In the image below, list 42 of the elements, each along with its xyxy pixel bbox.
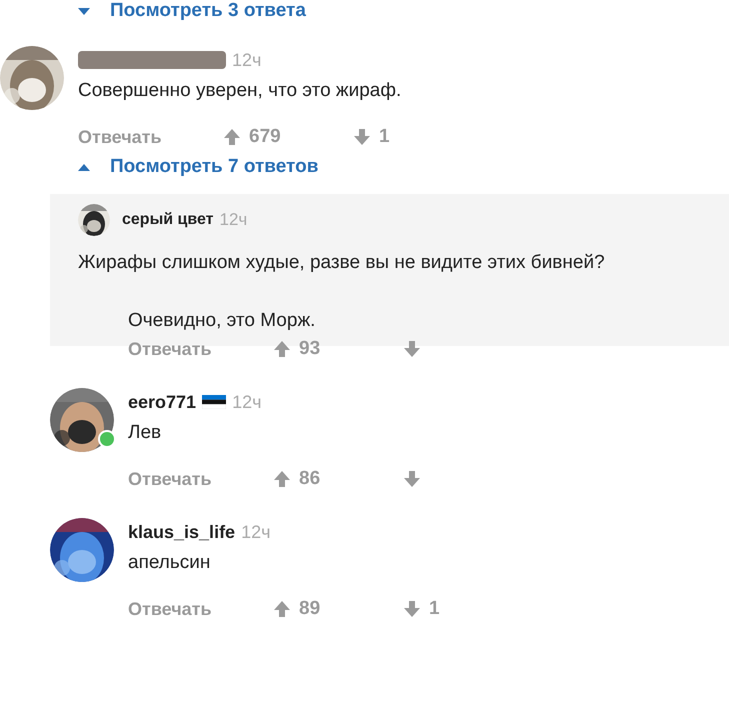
down-arrow-icon: [403, 340, 421, 358]
comment-text: Жирафы слишком худые, разве вы не видите этих бивней?: [78, 251, 606, 275]
upvote-count: 86: [299, 468, 320, 490]
reply-button[interactable]: Отвечать: [128, 468, 273, 490]
username[interactable]: eero771: [128, 392, 196, 412]
upvote-count: 89: [299, 598, 320, 620]
caret-up-icon: [78, 164, 90, 170]
comment-text: Совершенно уверен, что это жираф.: [78, 79, 402, 103]
show-replies-link[interactable]: Посмотреть 7 ответов: [78, 156, 318, 178]
comment-text: Лев: [128, 421, 162, 445]
upvote-button[interactable]: 679: [223, 126, 353, 148]
username[interactable]: серый цвет: [122, 211, 214, 229]
reply-button[interactable]: Отвечать: [128, 598, 273, 620]
downvote-button[interactable]: 1: [403, 598, 440, 620]
up-arrow-icon: [273, 340, 291, 358]
timestamp: 12ч: [232, 392, 262, 412]
upvote-count: 679: [249, 126, 281, 148]
reply-button[interactable]: Отвечать: [78, 126, 223, 148]
upvote-button[interactable]: 93: [273, 338, 403, 360]
downvote-count: 1: [379, 126, 390, 148]
username[interactable]: klaus_is_life: [128, 522, 236, 542]
downvote-button[interactable]: 1: [353, 126, 390, 148]
upvote-button[interactable]: 86: [273, 468, 403, 490]
down-arrow-icon: [403, 600, 421, 618]
upvote-count: 93: [299, 338, 320, 360]
up-arrow-icon: [223, 128, 241, 146]
downvote-button[interactable]: [403, 470, 421, 488]
up-arrow-icon: [273, 470, 291, 488]
upvote-button[interactable]: 89: [273, 598, 403, 620]
downvote-count: 1: [429, 598, 440, 620]
down-arrow-icon: [403, 470, 421, 488]
timestamp: 12ч: [220, 210, 248, 230]
comment-text: Очевидно, это Морж.: [127, 309, 316, 333]
comment-text: апельсин: [128, 551, 212, 575]
down-arrow-icon: [353, 128, 371, 146]
up-arrow-icon: [273, 600, 291, 618]
timestamp: 12ч: [232, 50, 262, 70]
timestamp: 12ч: [241, 522, 270, 542]
caret-down-icon: [78, 8, 90, 14]
show-replies-link[interactable]: Посмотреть 3 ответа: [78, 0, 306, 22]
downvote-button[interactable]: [403, 340, 421, 358]
reply-button[interactable]: Отвечать: [128, 338, 273, 360]
